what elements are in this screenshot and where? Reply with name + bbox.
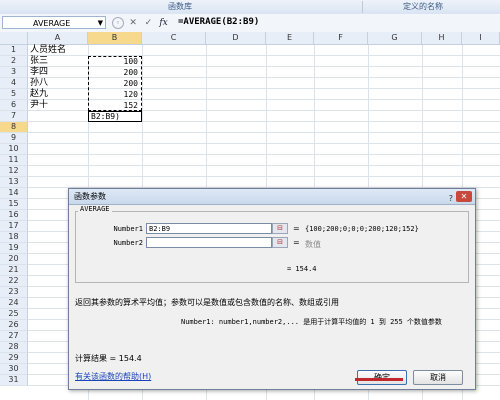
row-header-14[interactable]: 14: [0, 188, 28, 199]
ribbon-group-defined-names[interactable]: 定义的名称: [363, 0, 483, 14]
formula-buttons: ◦ ✕ ✓ fx: [112, 16, 170, 30]
row-header-17[interactable]: 17: [0, 221, 28, 232]
row-header-4[interactable]: 4: [0, 78, 28, 89]
row-header-28[interactable]: 28: [0, 342, 28, 353]
column-header-e[interactable]: E: [266, 32, 314, 45]
row-header-21[interactable]: 21: [0, 265, 28, 276]
close-button[interactable]: ✕: [456, 191, 472, 202]
row-header-25[interactable]: 25: [0, 309, 28, 320]
row-header-29[interactable]: 29: [0, 353, 28, 364]
name-box-value: AVERAGE: [33, 19, 71, 28]
row-header-3[interactable]: 3: [0, 67, 28, 78]
cell-a3[interactable]: 李四: [30, 67, 48, 78]
chevron-down-icon[interactable]: ▼: [98, 17, 103, 30]
parameter-description: Number1: number1,number2,... 是用于计算平均值的 1…: [181, 318, 442, 326]
highlight-underline: [355, 378, 403, 381]
dialog-titlebar[interactable]: 函数参数 ? ✕: [69, 189, 475, 205]
row-header-20[interactable]: 20: [0, 254, 28, 265]
function-result: = 154.4: [287, 265, 317, 273]
column-header-h[interactable]: H: [422, 32, 462, 45]
row-header-2[interactable]: 2: [0, 56, 28, 67]
formula-input[interactable]: =AVERAGE(B2:B9): [178, 16, 259, 29]
cancel-icon[interactable]: ✕: [127, 17, 139, 30]
column-header-c[interactable]: C: [142, 32, 206, 45]
row-header-22[interactable]: 22: [0, 276, 28, 287]
cell-a1[interactable]: 人员姓名: [30, 45, 66, 56]
cell-a7[interactable]: 孙八: [30, 78, 48, 89]
row-header-15[interactable]: 15: [0, 199, 28, 210]
range-marquee: [88, 56, 142, 111]
row-header-1[interactable]: 1: [0, 45, 28, 56]
arg2-label: Number2: [113, 239, 143, 247]
select-all-corner[interactable]: [0, 32, 28, 45]
function-description: 返回其参数的算术平均值；参数可以是数值或包含数值的名称、数组或引用: [75, 298, 339, 307]
cancel-button[interactable]: 取消: [413, 370, 463, 385]
row-header-6[interactable]: 6: [0, 100, 28, 111]
arg1-label: Number1: [113, 225, 143, 233]
column-header-d[interactable]: D: [206, 32, 266, 45]
dialog-title: 函数参数: [74, 192, 106, 201]
row-header-13[interactable]: 13: [0, 177, 28, 188]
column-header-b[interactable]: B: [88, 32, 142, 45]
arg1-result: {100;200;0;0;0;200;120;152}: [305, 225, 419, 233]
row-header-11[interactable]: 11: [0, 155, 28, 166]
function-name: AVERAGE: [78, 205, 112, 213]
enter-icon[interactable]: ✓: [142, 17, 154, 30]
collapse-dialog-icon[interactable]: ⊟: [272, 237, 288, 248]
cell-a8[interactable]: 赵九: [30, 89, 48, 100]
row-header-16[interactable]: 16: [0, 210, 28, 221]
row-header-9[interactable]: 9: [0, 133, 28, 144]
ribbon-group-function-library[interactable]: 函数库: [90, 0, 270, 14]
row-header-18[interactable]: 18: [0, 232, 28, 243]
row-header-10[interactable]: 10: [0, 144, 28, 155]
collapse-dialog-icon[interactable]: ⊟: [272, 223, 288, 234]
row-header-5[interactable]: 5: [0, 89, 28, 100]
cell-a9[interactable]: 尹十: [30, 100, 48, 111]
cell-a2[interactable]: 张三: [30, 56, 48, 67]
row-header-30[interactable]: 30: [0, 364, 28, 375]
arg1-equals: =: [293, 224, 300, 233]
column-header-f[interactable]: F: [314, 32, 368, 45]
row-header-7[interactable]: 7: [0, 111, 28, 122]
arg1-input[interactable]: [146, 223, 272, 234]
arg2-equals: =: [293, 238, 300, 247]
row-header-27[interactable]: 27: [0, 331, 28, 342]
name-box[interactable]: AVERAGE ▼: [2, 16, 106, 29]
function-help-link[interactable]: 有关该函数的帮助(H): [75, 371, 151, 382]
row-header-12[interactable]: 12: [0, 166, 28, 177]
column-header-g[interactable]: G: [368, 32, 422, 45]
column-header-a[interactable]: A: [28, 32, 88, 45]
function-arguments-dialog: 函数参数 ? ✕ AVERAGE Number1 ⊟ = {100;200;0;…: [68, 188, 476, 390]
ribbon-group-strip: 函数库 定义的名称: [0, 0, 500, 15]
help-icon[interactable]: ?: [449, 191, 453, 206]
row-header-24[interactable]: 24: [0, 298, 28, 309]
row-header-31[interactable]: 31: [0, 375, 28, 386]
calculation-result: 计算结果 = 154.4: [75, 354, 142, 363]
row-header-26[interactable]: 26: [0, 320, 28, 331]
row-header-23[interactable]: 23: [0, 287, 28, 298]
column-header-i[interactable]: I: [462, 32, 500, 45]
arg2-input[interactable]: [146, 237, 272, 248]
row-header-8[interactable]: 8: [0, 122, 28, 133]
formula-bar: AVERAGE ▼ ◦ ✕ ✓ fx =AVERAGE(B2:B9): [0, 14, 500, 33]
row-header-19[interactable]: 19: [0, 243, 28, 254]
arg2-result: 数值: [305, 240, 321, 249]
formula-bar-toggle-icon[interactable]: ◦: [112, 17, 124, 29]
insert-function-icon[interactable]: fx: [158, 17, 170, 30]
cell-b10-editing[interactable]: B2:B9): [88, 111, 142, 122]
